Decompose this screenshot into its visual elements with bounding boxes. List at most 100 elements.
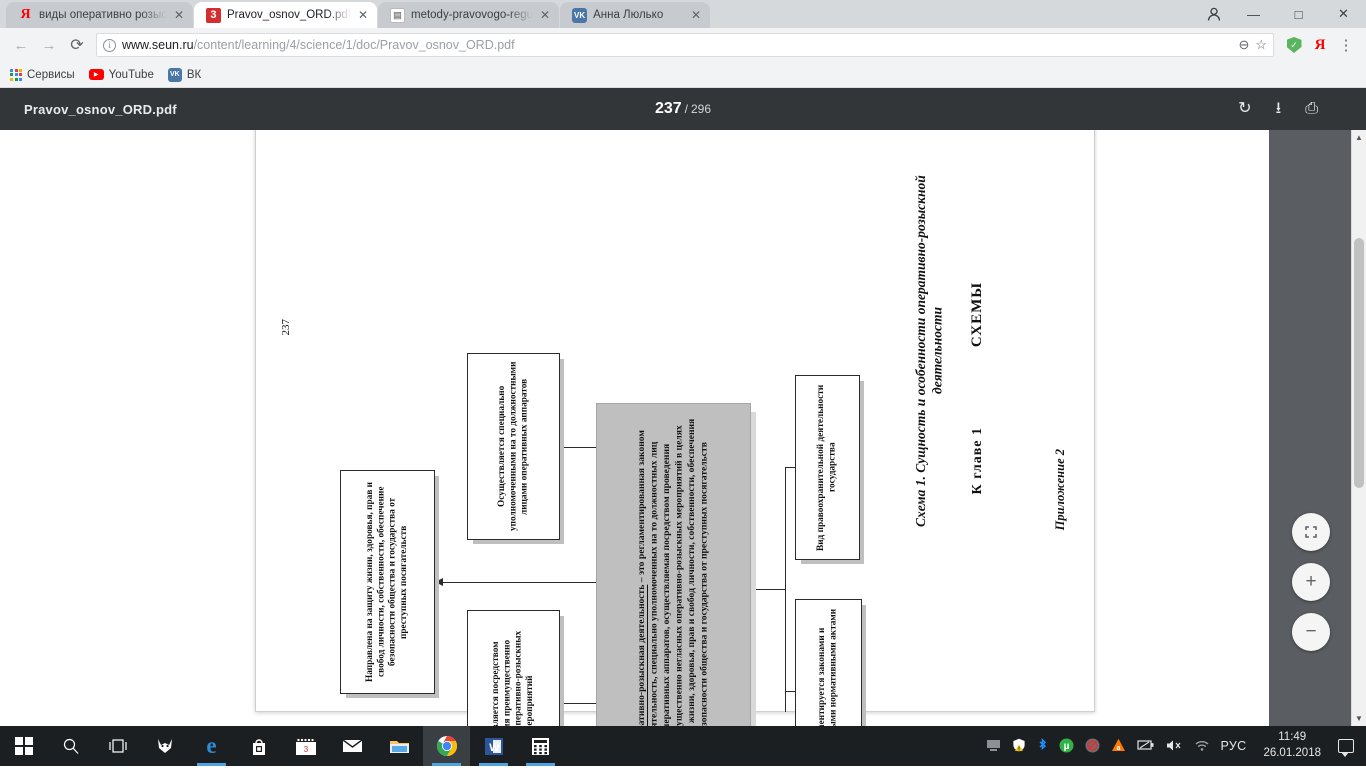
pdf-page-indicator: 237/296 (0, 100, 1366, 118)
pdf-action-group: ↻ ⭳ ⎙ (1238, 101, 1366, 117)
blocked-icon[interactable] (1085, 738, 1100, 755)
tab-close-icon[interactable]: ✕ (690, 8, 702, 22)
file-explorer-icon[interactable] (376, 726, 423, 766)
search-button[interactable] (47, 726, 94, 766)
yandex-extension-icon[interactable]: Я (1308, 33, 1332, 57)
forward-button[interactable]: → (36, 32, 62, 58)
minimize-button[interactable]: — (1231, 0, 1276, 28)
clock-date: 26.01.2018 (1263, 747, 1321, 759)
box-text: Регламентируется законами и подзаконными… (817, 608, 839, 726)
calculator-icon[interactable] (517, 726, 564, 766)
zoom-in-button[interactable]: + (1292, 563, 1330, 601)
foobar2000-icon[interactable] (141, 726, 188, 766)
scroll-up-button[interactable]: ▲ (1352, 130, 1366, 145)
chrome-logo-icon (436, 736, 457, 756)
bookmark-label: Сервисы (27, 68, 75, 81)
bookmark-label: ВК (186, 68, 202, 81)
zoom-out-button[interactable]: − (1292, 613, 1330, 651)
address-bar[interactable]: i www.seun.ru/content/learning/4/science… (96, 33, 1274, 57)
center-box-lead: Оперативно-розыскная деятельность (636, 584, 648, 726)
tab-close-icon[interactable]: ✕ (173, 8, 185, 22)
scroll-down-button[interactable]: ▼ (1352, 711, 1366, 726)
download-button[interactable]: ⭳ (1276, 101, 1282, 117)
chrome-icon[interactable] (423, 726, 470, 766)
pdf-document-area[interactable]: 237 Приложение 2 СХЕМЫ К главе 1 Схема 1… (0, 130, 1366, 726)
display-icon[interactable] (986, 739, 1001, 754)
clock-time: 11:49 (1278, 731, 1307, 744)
calculator-grid-icon (532, 737, 549, 755)
center-box-body: – это регламентированная законом деятель… (636, 418, 710, 726)
language-indicator[interactable]: РУС (1221, 739, 1247, 753)
security-warning-icon[interactable] (1012, 738, 1026, 754)
clock[interactable]: 11:49 26.01.2018 (1257, 730, 1327, 761)
bookmarks-bar: Сервисы ▶ YouTube VK ВК (0, 62, 1366, 88)
edge-e-glyph: e (206, 733, 217, 758)
rotate-button[interactable]: ↻ (1238, 101, 1251, 117)
box-text: Направлена на защиту жизни, здоровья, пр… (364, 481, 409, 683)
browser-tab-1[interactable]: 3 Pravov_osnov_ORD.pdf ✕ (193, 2, 377, 28)
store-bag-icon (252, 738, 265, 755)
site-info-icon[interactable]: i (103, 38, 116, 52)
scrollbar-thumb[interactable] (1354, 238, 1364, 488)
browser-tab-3[interactable]: VK Анна Люлько ✕ (560, 2, 711, 28)
bluetooth-icon[interactable] (1037, 737, 1048, 755)
bookmark-star-icon[interactable]: ☆ (1255, 37, 1267, 53)
mail-icon[interactable] (329, 726, 376, 766)
vk-icon: VK (572, 7, 588, 23)
maximize-button[interactable]: □ (1276, 0, 1321, 28)
pdf-page-237: 237 Приложение 2 СХЕМЫ К главе 1 Схема 1… (255, 130, 1095, 726)
fit-page-button[interactable] (1292, 513, 1330, 551)
microsoft-store-icon[interactable] (235, 726, 282, 766)
tab-close-icon[interactable]: ✕ (539, 8, 551, 22)
pdf-toolbar: Pravov_osnov_ORD.pdf 237/296 ↻ ⭳ ⎙ (0, 88, 1366, 130)
zoom-indicator-icon[interactable]: ⊖ (1238, 37, 1249, 53)
adguard-shield-icon[interactable]: ✓ (1282, 33, 1306, 57)
wifi-icon[interactable] (1194, 739, 1210, 754)
system-tray: µ a РУС 11:49 26.01.2018 (986, 730, 1366, 761)
browser-tab-title: metody-pravovogo-regu (410, 9, 534, 21)
close-window-button[interactable]: ✕ (1321, 0, 1366, 28)
connector-right-bus (785, 467, 786, 712)
notification-center-icon[interactable] (1338, 739, 1354, 757)
bookmark-vk[interactable]: VK ВК (167, 67, 202, 82)
diagram-box-bottom-left: Осуществляется посредством проведения пр… (467, 610, 560, 726)
account-avatar-icon[interactable] (1197, 0, 1231, 28)
shield-glyph: ✓ (1286, 37, 1302, 53)
address-bar-url: www.seun.ru/content/learning/4/science/1… (122, 38, 515, 52)
bookmark-youtube[interactable]: ▶ YouTube (88, 68, 154, 81)
calendar-icon[interactable]: 3 321 (282, 726, 329, 766)
arrow-head-icon (435, 577, 443, 586)
chrome-menu-icon[interactable]: ⋮ (1334, 33, 1358, 57)
svg-text:W: W (489, 742, 500, 754)
envelope-icon (342, 739, 363, 752)
utorrent-icon[interactable]: µ (1059, 738, 1074, 755)
print-button[interactable]: ⎙ (1305, 101, 1318, 117)
windows-logo-icon (14, 737, 33, 755)
avast-icon[interactable]: a (1111, 738, 1126, 755)
volume-muted-icon[interactable] (1166, 739, 1183, 754)
browser-tab-2[interactable]: ▤ metody-pravovogo-regu ✕ (377, 2, 560, 28)
chapter-label: К главе 1 (969, 427, 985, 495)
svg-text:321: 321 (299, 745, 313, 754)
connector-left-top (560, 447, 596, 448)
bookmark-label: YouTube (108, 68, 154, 81)
yandex-icon: Я (20, 7, 31, 22)
scheme-title: Схема 1. Сущность и особенности оператив… (913, 175, 945, 527)
task-view-button[interactable] (94, 726, 141, 766)
browser-tab-title: Pravov_osnov_ORD.pdf (226, 9, 351, 21)
apps-grid-icon (10, 68, 22, 81)
pdf-zoom-controls: + − (1292, 513, 1330, 651)
bookmark-services[interactable]: Сервисы (10, 68, 75, 81)
reload-button[interactable]: ⟳ (64, 32, 90, 58)
tab-close-icon[interactable]: ✕ (357, 8, 369, 22)
browser-tab-title: Анна Люлько (593, 9, 664, 21)
battery-icon[interactable] (1136, 739, 1155, 753)
word-icon[interactable]: W (470, 726, 517, 766)
diagram-box-far-left: Направлена на защиту жизни, здоровья, пр… (340, 470, 435, 694)
back-button[interactable]: ← (8, 32, 34, 58)
vertical-scrollbar[interactable]: ▲ ▼ (1351, 130, 1366, 726)
start-button[interactable] (0, 726, 47, 766)
pdf-current-page[interactable]: 237 (655, 100, 682, 117)
browser-tab-0[interactable]: Я виды оперативно розыс ✕ (6, 2, 193, 28)
edge-icon[interactable]: e (188, 726, 235, 766)
